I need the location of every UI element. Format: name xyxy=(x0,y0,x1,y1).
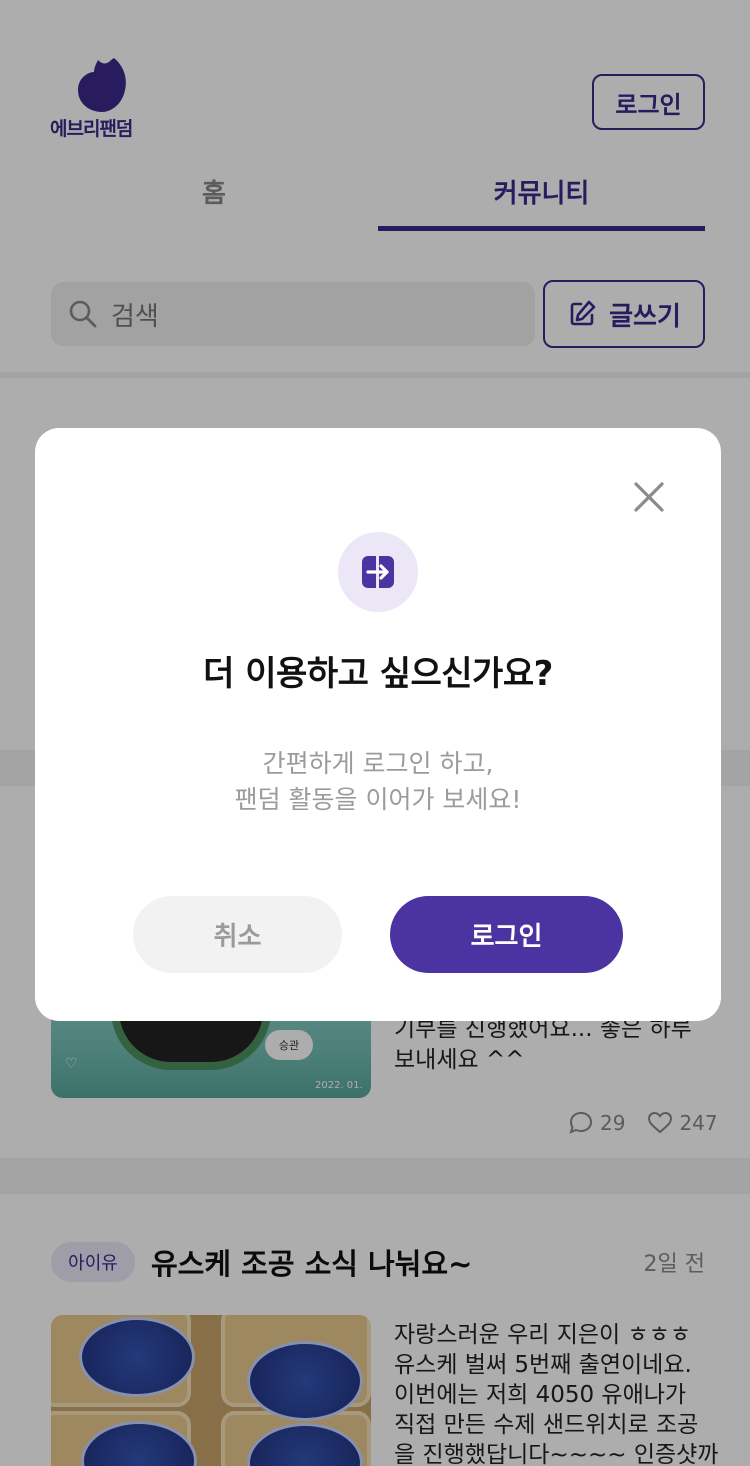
login-arrow-icon xyxy=(362,556,394,588)
login-button[interactable]: 로그인 xyxy=(390,896,623,973)
cancel-button[interactable]: 취소 xyxy=(133,896,342,973)
login-prompt-dialog: 더 이용하고 싶으신가요? 간편하게 로그인 하고, 팬덤 활동을 이어가 보세… xyxy=(35,428,721,1021)
dialog-description-line: 팬덤 활동을 이어가 보세요! xyxy=(234,785,522,814)
dialog-description-line: 간편하게 로그인 하고, xyxy=(262,749,494,778)
close-icon[interactable] xyxy=(630,478,668,516)
dialog-description: 간편하게 로그인 하고, 팬덤 활동을 이어가 보세요! xyxy=(35,746,721,818)
dialog-title: 더 이용하고 싶으신가요? xyxy=(203,654,553,694)
login-badge xyxy=(338,532,418,612)
